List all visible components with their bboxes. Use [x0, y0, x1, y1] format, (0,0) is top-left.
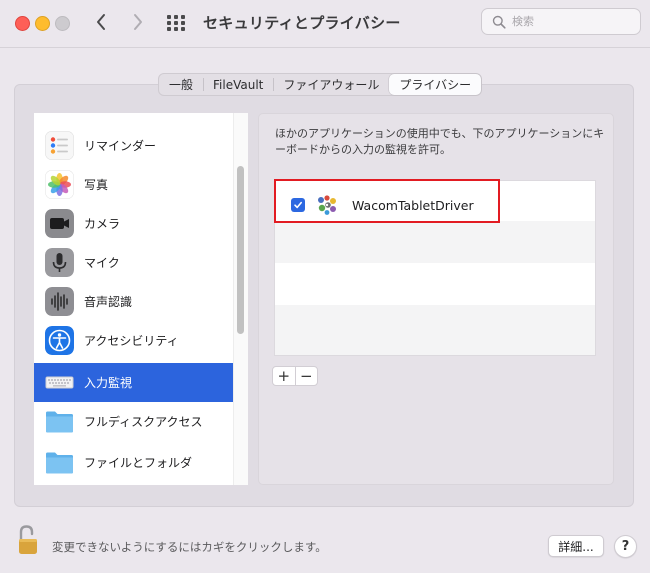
sidebar-item-label: マイク [84, 256, 120, 270]
search-icon [492, 15, 506, 29]
sidebar-item-label: 写真 [84, 178, 109, 192]
sidebar-item-label: カメラ [84, 217, 121, 231]
search-input[interactable] [512, 12, 632, 31]
microphone-icon [45, 248, 74, 277]
minimize-window-button[interactable] [35, 16, 50, 31]
title-bar: セキュリティとプライバシー [0, 0, 650, 48]
remove-app-button[interactable]: − [294, 367, 318, 385]
tab-general[interactable]: 一般 [159, 74, 203, 95]
chevron-left-icon [97, 14, 105, 30]
sidebar-item-input-monitoring[interactable]: 入力監視 [34, 363, 233, 402]
empty-row [275, 305, 595, 355]
help-button[interactable]: ? [614, 535, 637, 558]
tab-filevault[interactable]: FileVault [203, 74, 273, 95]
reminders-icon [45, 131, 74, 160]
wacom-driver-icon [315, 193, 339, 217]
advanced-button[interactable]: 詳細... [548, 535, 604, 557]
app-name: WacomTabletDriver [352, 197, 474, 213]
lock-hint-text: 変更できないようにするにはカギをクリックします。 [52, 540, 327, 554]
zoom-window-button[interactable] [55, 16, 70, 31]
sidebar-item-camera[interactable]: カメラ [34, 204, 233, 243]
open-padlock-icon [19, 525, 37, 554]
sidebar-item-files-and-folders[interactable]: ファイルとフォルダ [34, 443, 233, 482]
list-item[interactable]: WacomTabletDriver [275, 184, 595, 226]
empty-row [275, 221, 595, 263]
sidebar-item-label: リマインダー [84, 139, 157, 153]
empty-row [275, 263, 595, 305]
sidebar-item-label: ファイルとフォルダ [84, 456, 193, 470]
add-remove-control: + − [272, 366, 318, 386]
sidebar-scrollbar-thumb[interactable] [237, 166, 244, 334]
tab-privacy[interactable]: プライバシー [389, 74, 482, 95]
add-app-button[interactable]: + [273, 367, 295, 385]
tab-firewall[interactable]: ファイアウォール [273, 74, 389, 95]
window-title: セキュリティとプライバシー [203, 14, 401, 32]
search-field[interactable] [481, 8, 641, 35]
back-button[interactable] [89, 10, 113, 34]
checkmark-icon [294, 201, 302, 209]
show-all-button[interactable] [165, 12, 187, 34]
sidebar-item-full-disk-access[interactable]: フルディスクアクセス [34, 402, 233, 441]
sidebar-item-label: 入力監視 [84, 376, 133, 390]
app-list: WacomTabletDriver [274, 180, 596, 356]
sidebar-item-label: フルディスクアクセス [84, 415, 203, 429]
folder-icon [45, 448, 74, 477]
sidebar-item-reminders[interactable]: リマインダー [34, 126, 233, 165]
close-window-button[interactable] [15, 16, 30, 31]
grid-icon [167, 15, 185, 31]
speech-recognition-icon [45, 287, 74, 316]
sidebar-item-microphone[interactable]: マイク [34, 243, 233, 282]
sidebar-item-label: 音声認識 [84, 295, 133, 309]
sidebar-item-speech-recognition[interactable]: 音声認識 [34, 282, 233, 321]
folder-icon [45, 407, 74, 436]
chevron-right-icon [134, 14, 142, 30]
privacy-category-list: リマインダー 写真 カメラ マイク 音声認識 アクセシビリティ 入力監視 フルデ… [34, 113, 248, 485]
unlock-button[interactable] [17, 524, 39, 556]
sidebar-item-label: アクセシビリティ [84, 334, 179, 348]
accessibility-icon [45, 326, 74, 355]
permission-description: ほかのアプリケーションの使用中でも、下のアプリケーションにキーボードからの入力の… [275, 127, 605, 156]
forward-button[interactable] [126, 10, 150, 34]
tab-bar: 一般 FileVault ファイアウォール プライバシー [158, 73, 483, 96]
camera-icon [45, 209, 74, 238]
app-enable-checkbox[interactable] [291, 198, 305, 212]
sidebar-item-photos[interactable]: 写真 [34, 165, 233, 204]
sidebar-item-accessibility[interactable]: アクセシビリティ [34, 321, 233, 360]
photos-icon [45, 170, 74, 199]
keyboard-icon [45, 368, 74, 397]
